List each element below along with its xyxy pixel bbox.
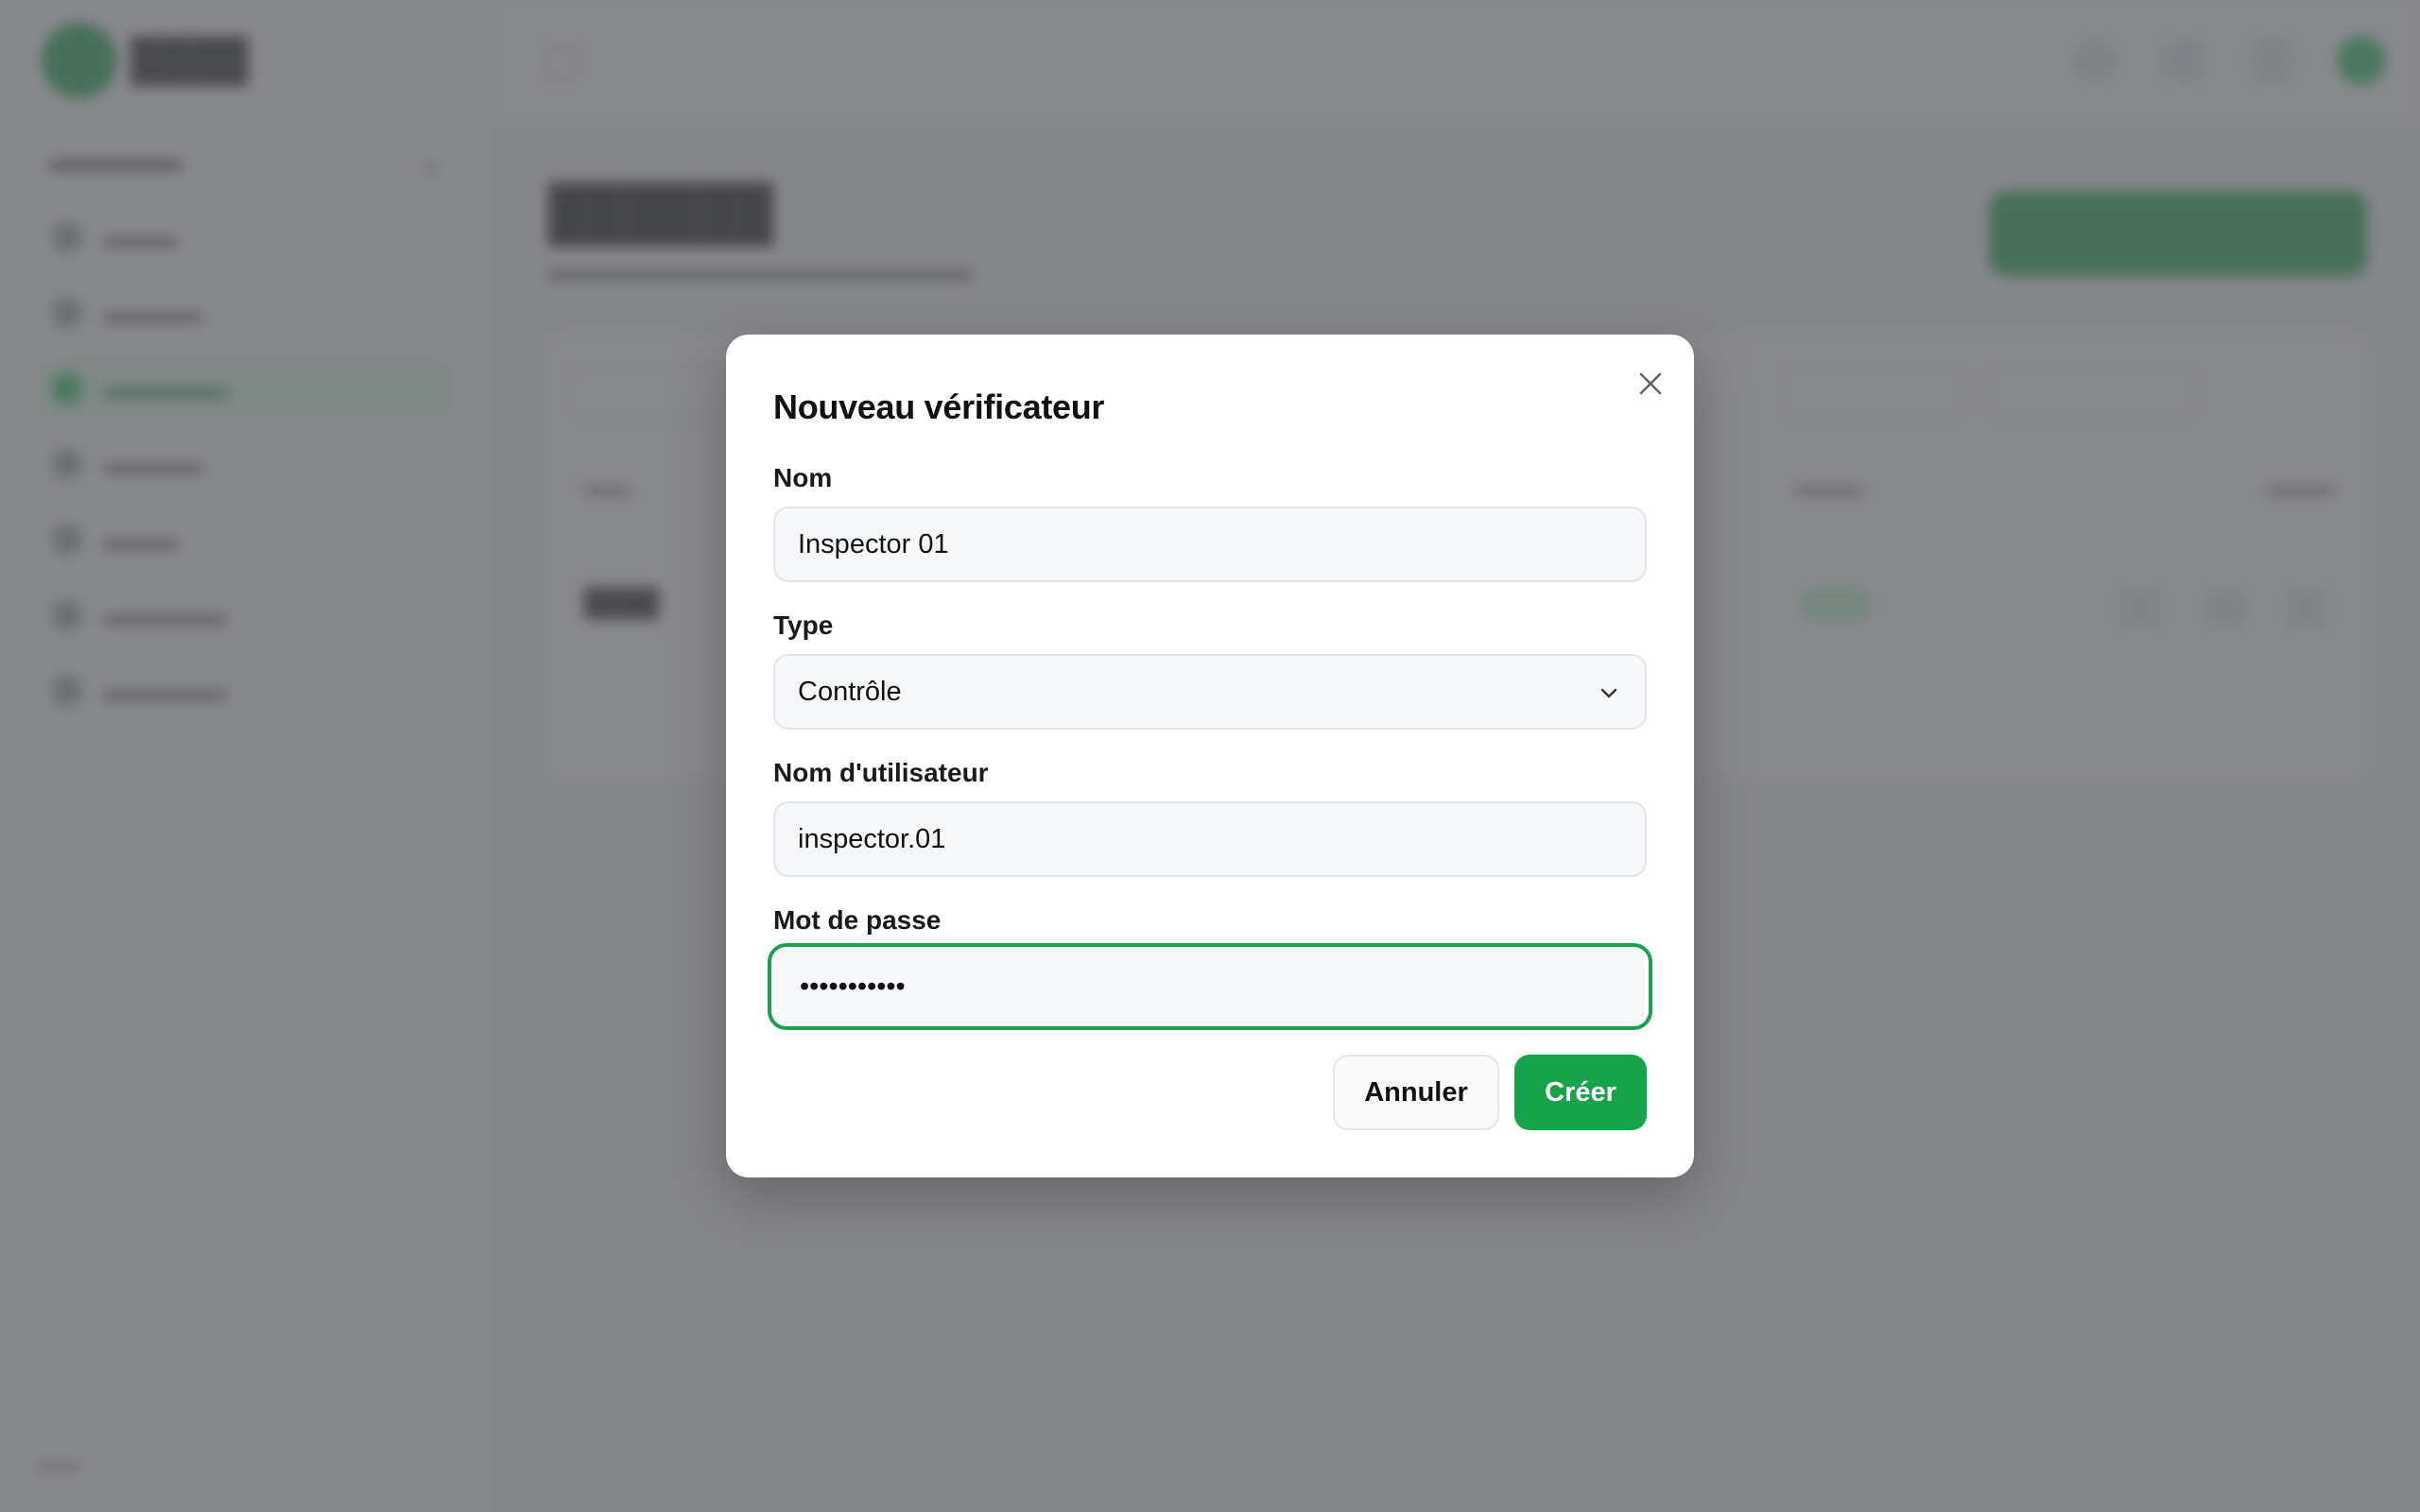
name-input[interactable] [798, 528, 1622, 560]
password-input[interactable]: ••••••••••• [800, 971, 906, 1003]
password-label: Mot de passe [773, 905, 942, 935]
cancel-button[interactable]: Annuler [1333, 1055, 1499, 1130]
new-verifier-dialog: Nouveau vérificateur Nom Type Contrôle N… [726, 335, 1694, 1177]
username-input[interactable] [798, 823, 1622, 855]
type-select-value: Contrôle [798, 676, 902, 707]
close-button[interactable] [1628, 361, 1673, 406]
username-field[interactable] [773, 801, 1647, 877]
chevron-down-icon [1600, 688, 1617, 698]
username-label: Nom d'utilisateur [773, 758, 989, 787]
create-button[interactable]: Créer [1514, 1055, 1647, 1130]
password-field[interactable]: ••••••••••• [768, 943, 1652, 1030]
name-field[interactable] [773, 507, 1647, 582]
type-select[interactable]: Contrôle [773, 654, 1647, 730]
type-label: Type [773, 610, 834, 640]
name-label: Nom [773, 463, 833, 492]
dialog-title: Nouveau vérificateur [773, 387, 1105, 426]
close-icon [1639, 372, 1662, 395]
